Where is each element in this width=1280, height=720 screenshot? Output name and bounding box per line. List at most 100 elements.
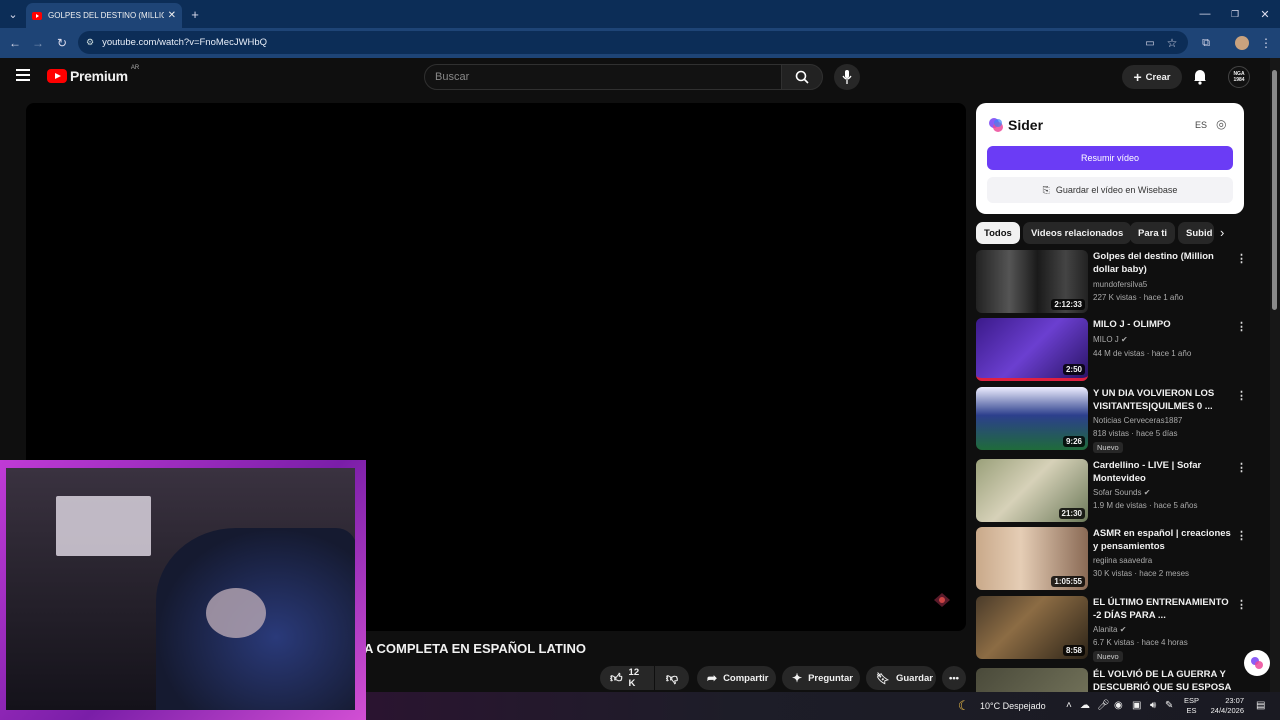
more-options-icon[interactable]: ⋮	[1236, 598, 1247, 611]
chevron-right-icon[interactable]: ›	[1220, 225, 1224, 240]
forward-icon[interactable]: →	[28, 33, 48, 53]
recommendation-title[interactable]: Golpes del destino (Million dollar baby)	[1093, 250, 1233, 276]
onedrive-icon[interactable]: ☁	[1080, 700, 1090, 711]
recommendation-item[interactable]: 9:26 Y UN DIA VOLVIERON LOS VISITANTES|Q…	[976, 387, 1252, 453]
pen-icon[interactable]: ✎	[1165, 700, 1173, 711]
recommendation-channel[interactable]: Noticias Cerveceras1887	[1093, 416, 1182, 425]
recommendation-title[interactable]: EL ÚLTIMO ENTRENAMIENTO -2 DÍAS PARA ...	[1093, 596, 1233, 622]
extensions-icon[interactable]: ⧉	[1196, 33, 1216, 53]
more-options-icon[interactable]: ⋮	[1236, 461, 1247, 474]
search-input[interactable]: Buscar	[424, 64, 782, 90]
reload-icon[interactable]: ↻	[52, 33, 72, 53]
sider-settings-icon[interactable]: ◎	[1216, 117, 1226, 131]
time-text: 23:07	[1225, 696, 1244, 705]
site-info-icon[interactable]: ⚙	[86, 37, 94, 48]
recommendation-channel[interactable]: mundofersilva5	[1093, 280, 1147, 289]
bookmark-star-icon[interactable]: ☆	[1162, 33, 1182, 53]
sider-floating-button[interactable]	[1244, 650, 1270, 676]
chip-para-ti[interactable]: Para ti	[1130, 222, 1176, 244]
weather-text[interactable]: 10°C Despejado	[980, 701, 1046, 711]
browser-menu-icon[interactable]: ⋮	[1256, 33, 1276, 53]
sider-language[interactable]: ES	[1195, 120, 1207, 130]
plus-icon: +	[1133, 69, 1142, 85]
recommendation-item[interactable]: ÉL VOLVIÓ DE LA GUERRA Y DESCUBRIÓ QUE S…	[976, 668, 1252, 692]
input-language[interactable]: ESP ES	[1184, 696, 1199, 716]
recommendation-item[interactable]: 2:50 MILO J - OLIMPO MILO J ✔ 44 M de vi…	[976, 318, 1252, 382]
channel-watermark-icon[interactable]	[932, 591, 952, 609]
more-actions-button[interactable]: •••	[942, 666, 966, 690]
save-to-wisebase-button[interactable]: ⎘ Guardar el vídeo en Wisebase	[987, 177, 1233, 203]
account-avatar[interactable]: NGA 1984	[1228, 66, 1250, 88]
video-thumbnail[interactable]: 1:05:55	[976, 527, 1088, 590]
close-tab-icon[interactable]: ✕	[168, 10, 176, 21]
microphone-tray-icon[interactable]: 🎤︎	[1097, 700, 1110, 711]
tray-chevron-icon[interactable]: ˄	[1066, 700, 1072, 711]
profile-avatar[interactable]	[1232, 33, 1252, 53]
share-label: Compartir	[723, 672, 769, 684]
new-badge: Nuevo	[1093, 651, 1123, 662]
url-text[interactable]: youtube.com/watch?v=FnoMecJWHbQ	[102, 37, 267, 48]
search-icon	[795, 70, 809, 84]
more-options-icon[interactable]: ⋮	[1236, 529, 1247, 542]
notifications-bell-icon[interactable]	[1192, 68, 1208, 90]
more-options-icon[interactable]: ⋮	[1236, 320, 1247, 333]
create-button[interactable]: + Crear	[1122, 65, 1182, 89]
recommendation-meta: 818 vistas · hace 5 días	[1093, 429, 1178, 438]
chip-todos[interactable]: Todos	[976, 222, 1020, 244]
close-window-icon[interactable]: ✕	[1256, 5, 1274, 23]
youtube-premium-logo[interactable]: Premium AR	[47, 65, 139, 84]
scrollbar-thumb[interactable]	[1272, 70, 1277, 310]
back-icon[interactable]: ←	[5, 33, 25, 53]
clock[interactable]: 23:07 24/4/2026	[1204, 696, 1244, 716]
more-options-icon[interactable]: ⋮	[1236, 252, 1247, 265]
dislike-button[interactable]: 👎︎	[655, 666, 689, 690]
page-scrollbar[interactable]	[1270, 58, 1280, 692]
recommendation-title[interactable]: MILO J - OLIMPO	[1093, 318, 1233, 331]
chip-subidos[interactable]: Subid	[1178, 222, 1214, 244]
ask-button[interactable]: ✦ Preguntar	[782, 666, 860, 690]
voice-search-button[interactable]	[834, 64, 860, 90]
notifications-icon[interactable]: ▤	[1256, 700, 1265, 711]
minimize-icon[interactable]: —	[1196, 5, 1214, 23]
new-tab-icon[interactable]: +	[186, 5, 204, 23]
channel-name: Sofar Sounds	[1093, 488, 1142, 497]
video-thumbnail[interactable]: 21:30	[976, 459, 1088, 522]
share-button[interactable]: ➦ Compartir	[697, 666, 776, 690]
video-thumbnail[interactable]: 8:58	[976, 596, 1088, 659]
recommendation-title[interactable]: ÉL VOLVIÓ DE LA GUERRA Y DESCUBRIÓ QUE S…	[1093, 668, 1233, 692]
save-button[interactable]: 🔖︎ Guardar	[866, 666, 936, 690]
chip-videos-relacionados[interactable]: Videos relacionados	[1023, 222, 1132, 244]
recommendation-channel[interactable]: Sofar Sounds ✔	[1093, 488, 1150, 497]
recommendation-title[interactable]: Cardellino - LIVE | Sofar Montevideo	[1093, 459, 1233, 485]
lang-top: ESP	[1184, 696, 1200, 705]
recommendation-item[interactable]: 8:58 EL ÚLTIMO ENTRENAMIENTO -2 DÍAS PAR…	[976, 596, 1252, 662]
recommendation-channel[interactable]: MILO J ✔	[1093, 335, 1128, 344]
tab-search-chevron-icon[interactable]: ⌄	[4, 5, 22, 23]
omnibox[interactable]: ⚙ youtube.com/watch?v=FnoMecJWHbQ	[78, 31, 1188, 54]
browser-tab[interactable]: GOLPES DEL DESTINO (MILLION ✕	[26, 3, 182, 28]
network-icon[interactable]: ▣	[1132, 700, 1141, 711]
new-badge: Nuevo	[1093, 442, 1123, 453]
recommendation-item[interactable]: 1:05:55 ASMR en español | creaciones y p…	[976, 527, 1252, 591]
video-title: A COMPLETA EN ESPAÑOL LATINO	[364, 641, 586, 656]
search-button[interactable]	[781, 64, 823, 90]
hamburger-menu-icon[interactable]	[16, 68, 32, 82]
video-thumbnail[interactable]	[976, 668, 1088, 692]
video-thumbnail[interactable]: 9:26	[976, 387, 1088, 450]
video-thumbnail[interactable]: 2:12:33	[976, 250, 1088, 313]
recommendation-title[interactable]: ASMR en español | creaciones y pensamien…	[1093, 527, 1233, 553]
volume-icon[interactable]: 🔊︎	[1150, 700, 1156, 711]
like-button[interactable]: 👍︎ 12 K	[600, 666, 654, 690]
app-tray-icon[interactable]: ◉	[1114, 700, 1123, 711]
more-options-icon[interactable]: ⋮	[1236, 389, 1247, 402]
recommendation-channel[interactable]: regiina saavedra	[1093, 556, 1152, 565]
cast-icon[interactable]: ▭	[1140, 33, 1160, 53]
lang-bottom: ES	[1186, 706, 1197, 715]
video-thumbnail[interactable]: 2:50	[976, 318, 1088, 381]
summarize-video-button[interactable]: Resumir vídeo	[987, 146, 1233, 170]
recommendation-item[interactable]: 21:30 Cardellino - LIVE | Sofar Montevid…	[976, 459, 1252, 523]
recommendation-item[interactable]: 2:12:33 Golpes del destino (Million doll…	[976, 250, 1252, 314]
recommendation-title[interactable]: Y UN DIA VOLVIERON LOS VISITANTES|QUILME…	[1093, 387, 1233, 413]
restore-icon[interactable]: ❐	[1226, 5, 1244, 23]
recommendation-channel[interactable]: Alanita ✔	[1093, 625, 1126, 634]
